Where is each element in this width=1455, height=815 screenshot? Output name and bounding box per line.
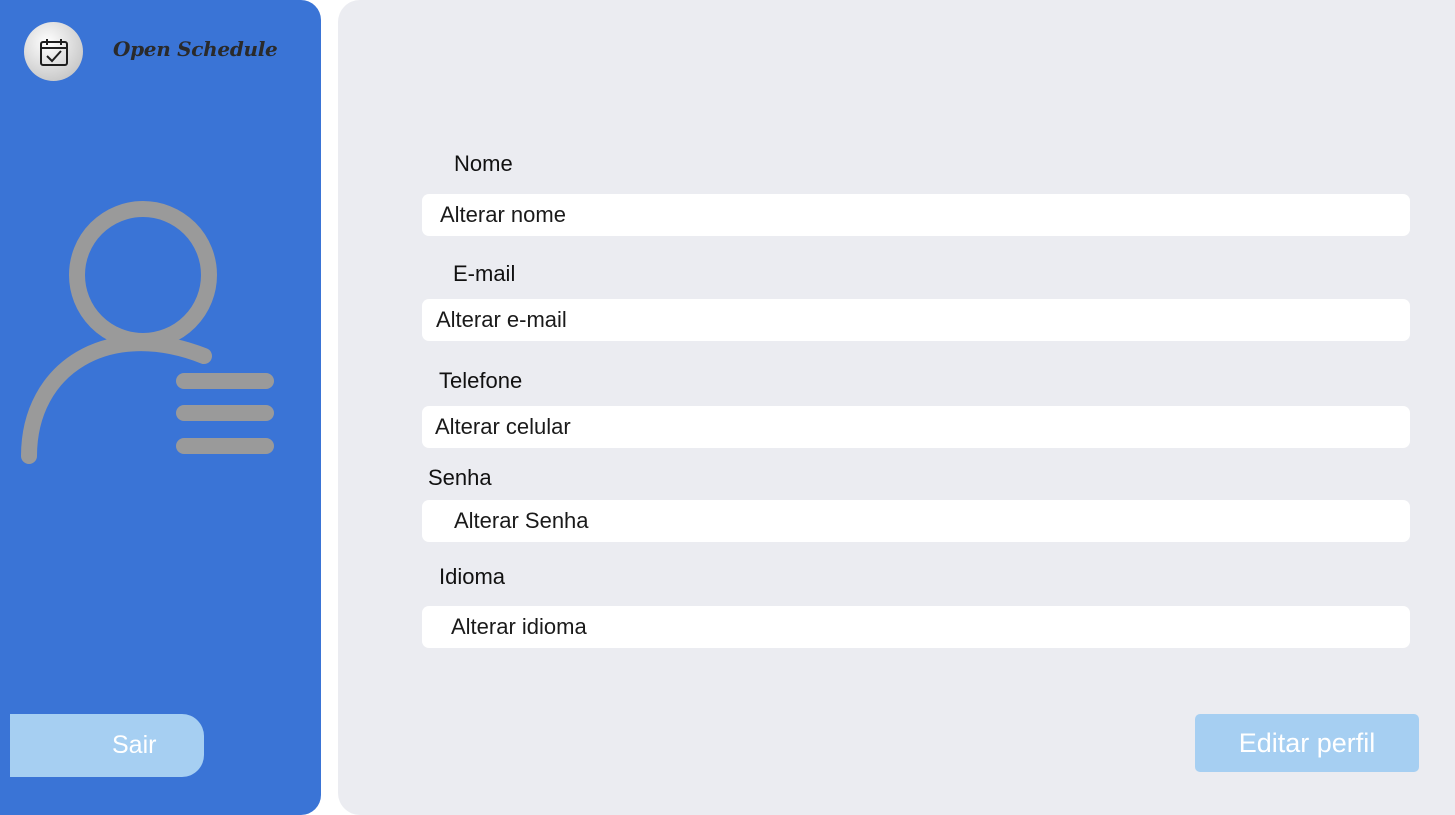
idioma-field-text: Alterar idioma (451, 614, 587, 639)
profile-screen: Open Schedule Sair Nome Alterar nome E-m… (0, 0, 1455, 815)
user-list-icon (21, 201, 274, 464)
sidebar: Open Schedule Sair (0, 0, 321, 815)
edit-profile-button[interactable]: Editar perfil (1195, 714, 1419, 772)
senha-field-text: Alterar Senha (454, 508, 589, 533)
senha-label: Senha (428, 465, 492, 490)
app-logo[interactable] (24, 22, 83, 81)
telefone-field-text: Alterar celular (435, 414, 571, 439)
email-field-text: Alterar e-mail (436, 307, 567, 332)
idioma-field[interactable]: Alterar idioma (422, 606, 1410, 648)
email-label: E-mail (453, 261, 516, 286)
telefone-label: Telefone (439, 368, 523, 393)
idioma-label: Idioma (439, 564, 506, 589)
logout-label: Sair (112, 731, 157, 759)
nome-field-text: Alterar nome (440, 202, 566, 227)
logout-button[interactable]: Sair (10, 714, 204, 777)
calendar-check-icon (39, 38, 68, 66)
nome-label: Nome (454, 151, 513, 176)
senha-field[interactable]: Alterar Senha (422, 500, 1410, 542)
profile-form-panel: Nome Alterar nome E-mail Alterar e-mail … (338, 0, 1455, 815)
brand-name: Open Schedule (113, 37, 278, 61)
telefone-field[interactable]: Alterar celular (422, 406, 1410, 448)
email-field[interactable]: Alterar e-mail (422, 299, 1410, 341)
nome-field[interactable]: Alterar nome (422, 194, 1410, 236)
